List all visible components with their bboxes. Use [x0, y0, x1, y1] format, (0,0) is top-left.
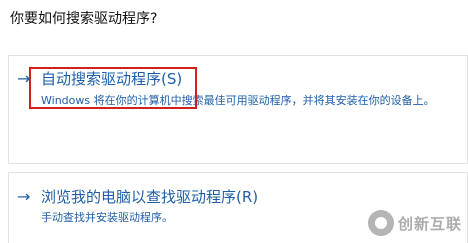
watermark-text: 创新互联: [397, 214, 462, 233]
highlight-annotation-box: [29, 67, 197, 109]
arrow-right-icon: →: [17, 187, 31, 206]
dialog-question: 你要如何搜索驱动程序?: [10, 11, 158, 27]
watermark: 创新互联: [367, 210, 462, 236]
watermark-logo-icon: [367, 210, 394, 236]
browse-computer-title[interactable]: 浏览我的电脑以查找驱动程序(R): [41, 186, 258, 207]
browse-computer-description: 手动查找并安装驱动程序。: [41, 211, 173, 224]
